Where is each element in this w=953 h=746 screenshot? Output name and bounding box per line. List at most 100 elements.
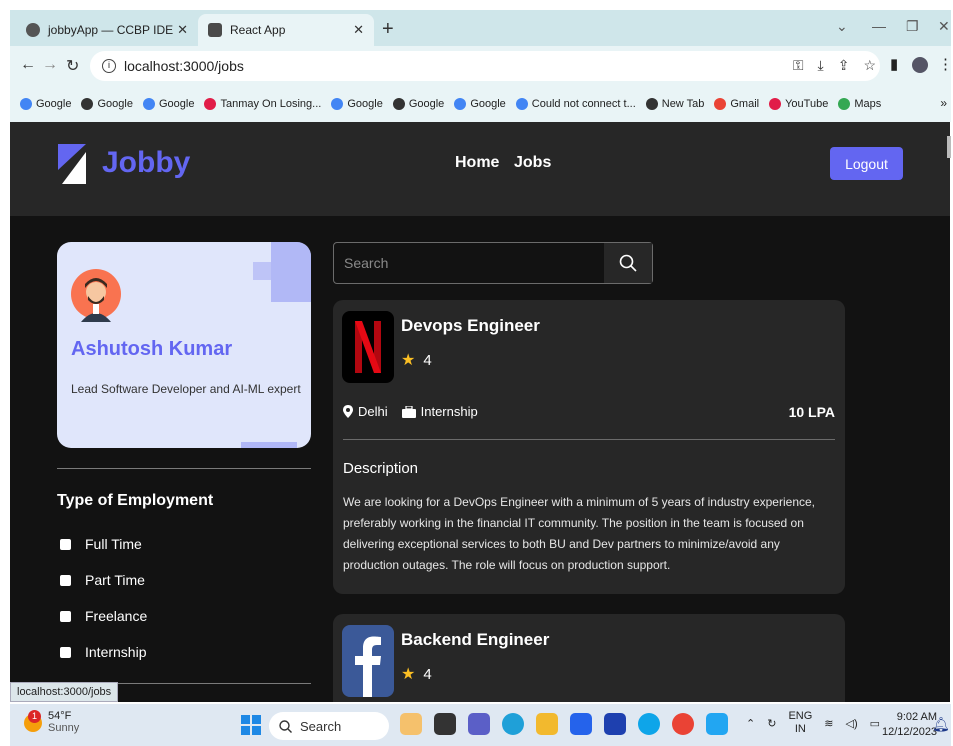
jobby-logo-icon[interactable] <box>58 144 86 184</box>
search-icon <box>619 254 637 272</box>
back-icon[interactable]: ← <box>20 56 36 74</box>
chevron-up-icon[interactable]: ⌃ <box>746 717 755 730</box>
checkbox[interactable] <box>60 538 71 550</box>
filter-label: Part Time <box>85 572 145 588</box>
reload-icon[interactable]: ↻ <box>66 56 79 76</box>
filter-internship[interactable]: Internship <box>60 644 146 660</box>
jobs-page: Jobby Home Jobs Logout Ashutosh Kumar Le… <box>10 122 950 702</box>
region-label: IN <box>794 723 806 735</box>
info-icon[interactable]: i <box>102 59 116 73</box>
job-title: Devops Engineer <box>401 316 540 335</box>
close-icon[interactable]: ✕ <box>177 22 188 38</box>
bookmark-item[interactable]: New Tab <box>645 98 704 110</box>
job-search <box>333 242 653 284</box>
scrollbar[interactable] <box>947 136 951 158</box>
filter-part-time[interactable]: Part Time <box>60 572 145 588</box>
logo-text[interactable]: Jobby <box>102 146 190 180</box>
sync-icon[interactable]: ↻ <box>767 717 776 730</box>
package: 10 LPA <box>788 404 835 420</box>
bookmark-item[interactable]: Google <box>454 98 506 110</box>
close-window-icon[interactable]: ✕ <box>938 18 950 35</box>
job-meta: Delhi Internship <box>343 404 478 419</box>
forward-icon[interactable]: → <box>42 56 58 74</box>
key-icon[interactable]: ⚿ <box>793 57 804 74</box>
nav-jobs[interactable]: Jobs <box>514 154 551 172</box>
bookmarks-bar: Google Google Google Tanmay On Losing... Goo… <box>10 86 951 122</box>
bookmark-item[interactable]: Google <box>392 98 444 110</box>
profile-bio: Lead Software Developer and AI-ML expert <box>71 382 301 396</box>
widget-app-icon[interactable] <box>400 713 422 735</box>
weather-desc: Sunny <box>48 722 80 734</box>
taskbar-search[interactable]: Search <box>269 712 389 740</box>
file-explorer-icon[interactable] <box>536 713 558 735</box>
divider <box>343 439 835 440</box>
job-card[interactable]: Backend Engineer ★ 4 <box>333 614 845 702</box>
sidepanel-icon[interactable]: ▮ <box>890 55 898 73</box>
lang-label: ENG <box>788 710 813 722</box>
search-button[interactable] <box>604 243 652 283</box>
task-view-icon[interactable] <box>434 713 456 735</box>
browser-chrome: jobbyApp — CCBP IDE ✕ React App ✕ + ⌄ — … <box>10 10 953 122</box>
globe-icon <box>26 23 40 37</box>
bookmark-star-icon[interactable]: ☆ <box>863 57 876 74</box>
store-icon[interactable] <box>604 713 626 735</box>
vscode-icon[interactable] <box>706 713 728 735</box>
bookmark-item[interactable]: Tanmay On Losing... <box>204 98 321 110</box>
filter-freelance[interactable]: Freelance <box>60 608 147 624</box>
install-icon[interactable]: ⤓ <box>818 57 824 74</box>
search-input[interactable] <box>334 243 606 283</box>
weather-widget[interactable]: 1 54°F Sunny <box>24 710 79 734</box>
restore-icon[interactable]: ❐ <box>906 18 919 35</box>
google-icon <box>142 98 155 110</box>
checkbox[interactable] <box>60 646 71 658</box>
minimize-icon[interactable]: — <box>872 18 886 34</box>
facebook-logo <box>342 625 394 697</box>
checkbox[interactable] <box>60 574 71 586</box>
teams-icon[interactable] <box>468 713 490 735</box>
location-text: Delhi <box>358 404 388 419</box>
bookmark-item[interactable]: Could not connect t... <box>515 98 636 110</box>
logout-button[interactable]: Logout <box>830 147 903 180</box>
mail-icon[interactable] <box>570 713 592 735</box>
tab-jobbyapp[interactable]: jobbyApp — CCBP IDE ✕ <box>16 14 198 46</box>
employment-type: Internship <box>401 404 478 419</box>
filter-full-time[interactable]: Full Time <box>60 536 142 552</box>
battery-icon[interactable]: ▭ <box>870 717 880 730</box>
edge-icon[interactable] <box>502 713 524 735</box>
tab-react-app[interactable]: React App ✕ <box>198 14 374 46</box>
wifi-icon[interactable]: ≋ <box>824 717 833 730</box>
new-tab-icon[interactable]: + <box>382 18 394 41</box>
bookmark-item[interactable]: YouTube <box>769 98 828 110</box>
bookmark-item[interactable]: Google <box>20 98 71 110</box>
google-icon <box>454 98 467 110</box>
bell-icon[interactable]: 🔔︎ <box>932 716 950 733</box>
nav-home[interactable]: Home <box>455 154 499 172</box>
chevron-down-icon[interactable]: ⌄ <box>836 18 848 35</box>
app-icon[interactable] <box>638 713 660 735</box>
bookmarks-overflow-icon[interactable]: » <box>940 96 947 110</box>
tab-label: React App <box>230 23 286 37</box>
address-row: ← → ↻ i localhost:3000/jobs ⚿ ⤓ ⇪ ☆ ▮ ⋮ <box>10 46 953 86</box>
youtube-icon <box>769 98 782 110</box>
bookmark-item[interactable]: Google <box>81 98 133 110</box>
filter-label: Full Time <box>85 536 142 552</box>
windows-start-icon[interactable] <box>241 715 261 735</box>
youtube-icon <box>204 98 217 110</box>
chrome-icon[interactable] <box>672 713 694 735</box>
bookmark-item[interactable]: Google <box>142 98 194 110</box>
menu-icon[interactable]: ⋮ <box>938 55 953 73</box>
clock[interactable]: 9:02 AM 12/12/2023 <box>882 710 937 740</box>
bookmark-item[interactable]: Google <box>331 98 383 110</box>
profile-avatar-icon[interactable] <box>912 57 928 73</box>
close-icon[interactable]: ✕ <box>353 22 364 38</box>
volume-icon[interactable]: ◁) <box>846 717 858 730</box>
google-icon <box>20 98 32 110</box>
checkbox[interactable] <box>60 610 71 622</box>
language-indicator[interactable]: ENG IN <box>788 710 812 736</box>
bookmark-item[interactable]: Gmail <box>714 98 759 110</box>
location-pin-icon <box>343 405 353 418</box>
bookmark-item[interactable]: Maps <box>838 98 881 110</box>
job-card[interactable]: Devops Engineer ★ 4 Delhi Internship 10 <box>333 300 845 594</box>
address-bar[interactable]: i localhost:3000/jobs ⚿ ⤓ ⇪ ☆ <box>90 51 880 81</box>
share-icon[interactable]: ⇪ <box>838 57 850 74</box>
